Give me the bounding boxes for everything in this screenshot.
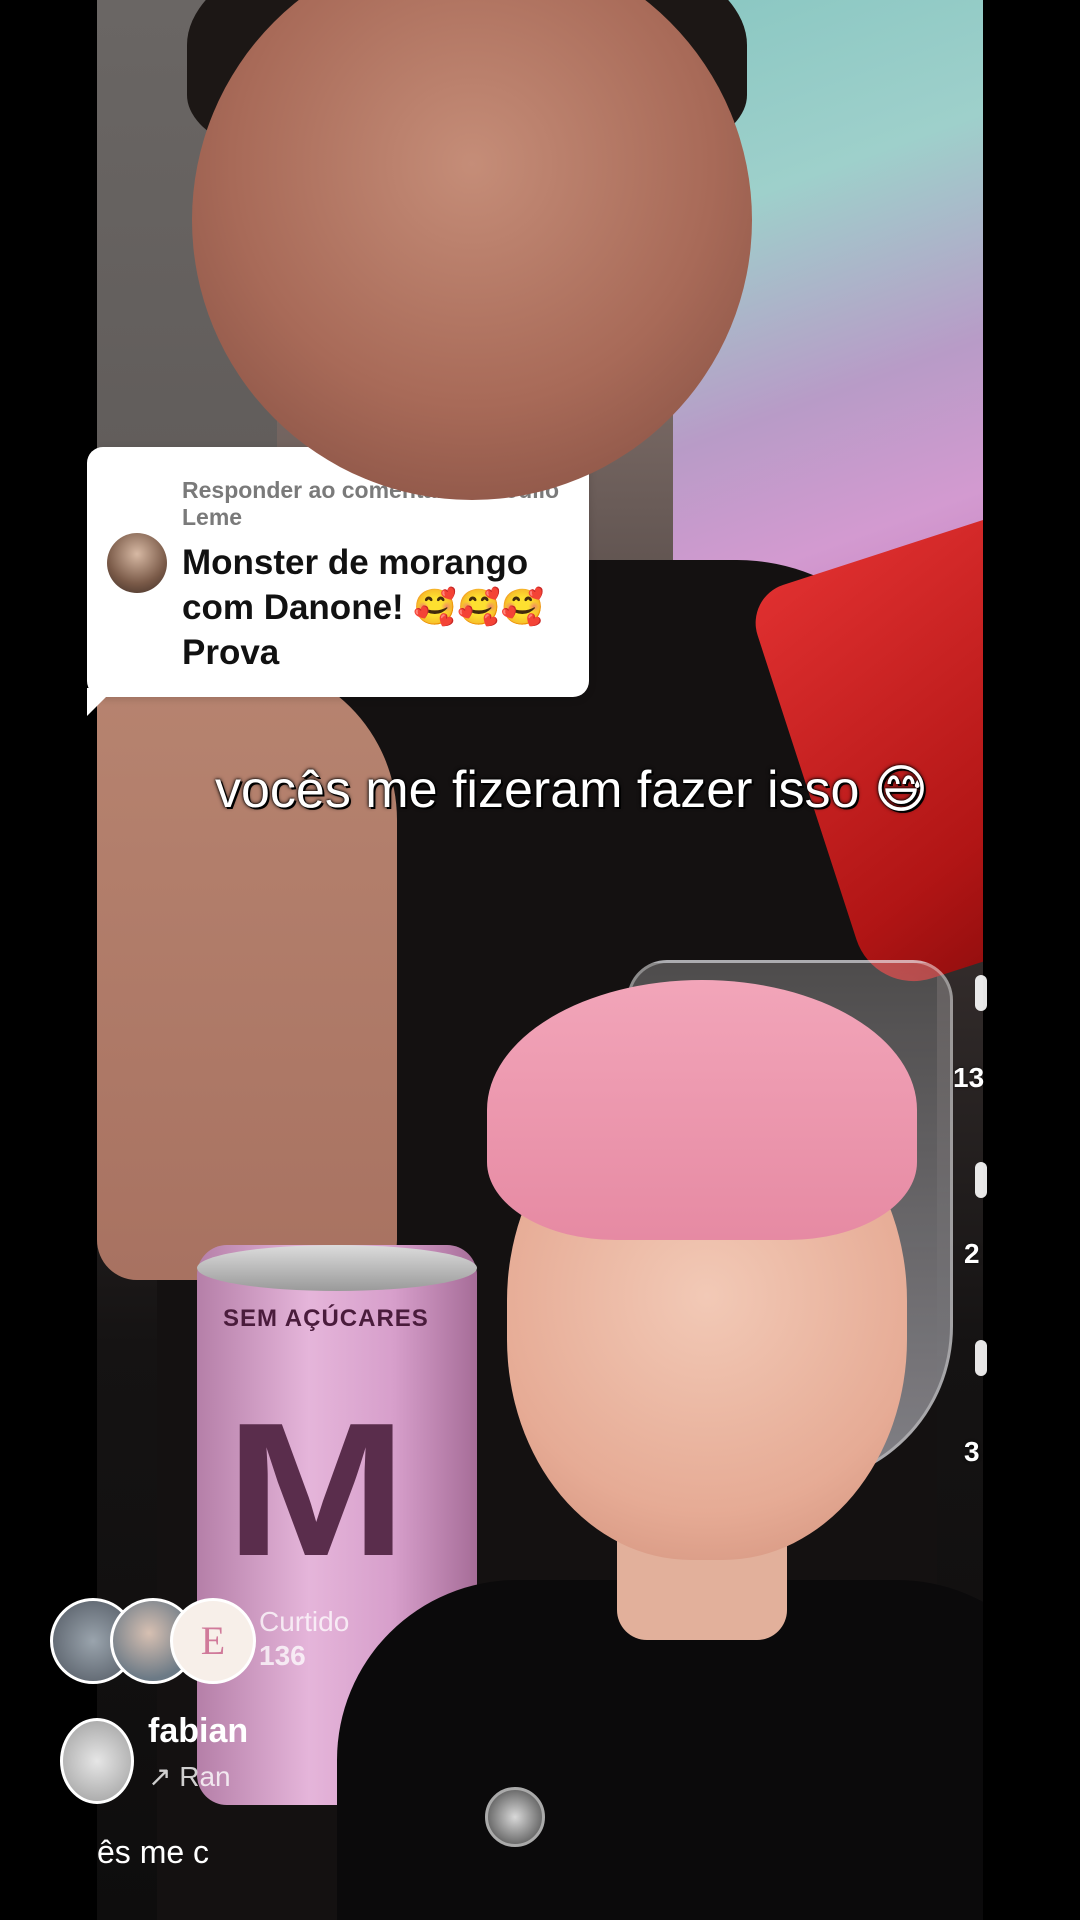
bookmark-icon[interactable] <box>975 1340 987 1376</box>
liked-count: 136 <box>259 1640 306 1671</box>
greenscreen-hair <box>487 980 917 1240</box>
creator-username[interactable]: fabian <box>148 1712 248 1751</box>
bubble-tail <box>87 688 115 716</box>
like-count: 13 <box>953 1062 985 1093</box>
creator-avatar[interactable] <box>60 1718 134 1804</box>
post-caption: ês me c <box>97 1834 210 1870</box>
liked-label: Curtido <box>259 1606 350 1637</box>
shirt-pin-icon <box>485 1787 545 1847</box>
video-caption: vocês me fizeram fazer isso 😅 <box>215 761 929 819</box>
avatar: E <box>170 1598 256 1684</box>
greenscreen-person <box>297 960 983 1920</box>
commenter-avatar[interactable] <box>107 533 167 593</box>
reply-comment-text: Monster de morango com Danone! 🥰🥰🥰 Prova <box>182 543 545 672</box>
like-icon[interactable] <box>975 975 987 1011</box>
share-count: 3 <box>964 1436 980 1467</box>
comment-icon[interactable] <box>975 1162 987 1198</box>
liked-by-avatars[interactable]: E <box>50 1598 256 1684</box>
comment-count: 2 <box>964 1238 980 1269</box>
repost-label[interactable]: ↗ Ran <box>148 1760 231 1793</box>
